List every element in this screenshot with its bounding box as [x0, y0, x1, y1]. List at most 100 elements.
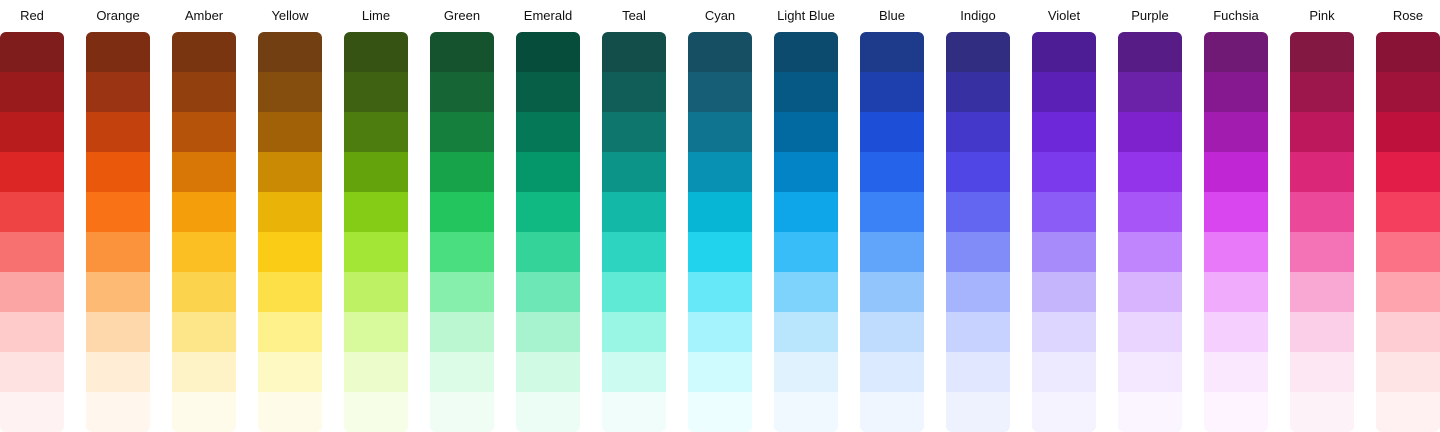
color-swatch-fuchsia-8: [1204, 312, 1268, 352]
color-swatch-yellow-3: [258, 112, 322, 152]
color-swatch-yellow-2: [258, 72, 322, 112]
color-swatch-amber-4: [172, 152, 236, 192]
color-swatch-rose-4: [1376, 152, 1440, 192]
color-swatch-teal-6: [602, 232, 666, 272]
color-swatch-blue-6: [860, 232, 924, 272]
color-swatch-red-4: [0, 152, 64, 192]
color-swatch-indigo-3: [946, 112, 1010, 152]
color-swatch-emerald-9: [516, 352, 580, 392]
color-swatch-pink-2: [1290, 72, 1354, 112]
color-swatch-red-9: [0, 352, 64, 392]
color-column-label: Teal: [622, 8, 646, 23]
color-swatch-green-2: [430, 72, 494, 112]
color-swatch-light-blue-7: [774, 272, 838, 312]
color-swatch-teal-2: [602, 72, 666, 112]
color-swatch-teal-8: [602, 312, 666, 352]
swatch-stack: [1290, 32, 1354, 432]
color-swatch-violet-8: [1032, 312, 1096, 352]
swatch-stack: [1376, 32, 1440, 432]
color-swatch-teal-10: [602, 392, 666, 432]
color-swatch-emerald-5: [516, 192, 580, 232]
color-swatch-orange-1: [86, 32, 150, 72]
color-swatch-lime-5: [344, 192, 408, 232]
color-swatch-red-3: [0, 112, 64, 152]
color-swatch-blue-2: [860, 72, 924, 112]
color-swatch-teal-1: [602, 32, 666, 72]
swatch-stack: [1032, 32, 1096, 432]
color-swatch-light-blue-5: [774, 192, 838, 232]
color-swatch-rose-2: [1376, 72, 1440, 112]
color-column-label: Green: [443, 8, 481, 23]
color-swatch-indigo-10: [946, 392, 1010, 432]
color-swatch-pink-5: [1290, 192, 1354, 232]
color-swatch-purple-2: [1118, 72, 1182, 112]
color-swatch-emerald-6: [516, 232, 580, 272]
color-swatch-orange-10: [86, 392, 150, 432]
swatch-stack: [0, 32, 64, 432]
color-swatch-red-7: [0, 272, 64, 312]
color-column-label: Rose: [1392, 8, 1424, 23]
color-swatch-indigo-2: [946, 72, 1010, 112]
color-swatch-orange-6: [86, 232, 150, 272]
color-swatch-fuchsia-9: [1204, 352, 1268, 392]
color-swatch-orange-2: [86, 72, 150, 112]
color-swatch-indigo-5: [946, 192, 1010, 232]
color-swatch-light-blue-6: [774, 232, 838, 272]
color-swatch-cyan-2: [688, 72, 752, 112]
color-swatch-orange-7: [86, 272, 150, 312]
swatch-stack: [430, 32, 494, 432]
color-column-label: Emerald: [523, 8, 573, 23]
color-swatch-blue-10: [860, 392, 924, 432]
color-column-label: Orange: [96, 8, 140, 23]
color-swatch-yellow-6: [258, 232, 322, 272]
color-column-label: Amber: [184, 8, 224, 23]
color-swatch-purple-7: [1118, 272, 1182, 312]
color-swatch-red-5: [0, 192, 64, 232]
color-column-label: Light Blue: [777, 8, 835, 23]
color-swatch-teal-5: [602, 192, 666, 232]
color-swatch-blue-1: [860, 32, 924, 72]
color-swatch-orange-8: [86, 312, 150, 352]
color-swatch-light-blue-9: [774, 352, 838, 392]
color-swatch-blue-4: [860, 152, 924, 192]
swatch-stack: [516, 32, 580, 432]
color-swatch-blue-7: [860, 272, 924, 312]
color-swatch-violet-1: [1032, 32, 1096, 72]
color-swatch-amber-6: [172, 232, 236, 272]
color-swatch-yellow-4: [258, 152, 322, 192]
color-swatch-green-5: [430, 192, 494, 232]
color-swatch-pink-1: [1290, 32, 1354, 72]
color-swatch-rose-5: [1376, 192, 1440, 232]
color-column-label: Lime: [361, 8, 391, 23]
color-swatch-pink-3: [1290, 112, 1354, 152]
color-swatch-pink-9: [1290, 352, 1354, 392]
color-swatch-violet-5: [1032, 192, 1096, 232]
color-swatch-light-blue-2: [774, 72, 838, 112]
color-swatch-fuchsia-4: [1204, 152, 1268, 192]
color-swatch-pink-10: [1290, 392, 1354, 432]
color-swatch-amber-10: [172, 392, 236, 432]
color-swatch-violet-2: [1032, 72, 1096, 112]
color-swatch-orange-5: [86, 192, 150, 232]
swatch-stack: [688, 32, 752, 432]
color-swatch-red-1: [0, 32, 64, 72]
swatch-stack: [172, 32, 236, 432]
color-swatch-amber-1: [172, 32, 236, 72]
color-swatch-yellow-7: [258, 272, 322, 312]
color-swatch-green-4: [430, 152, 494, 192]
swatch-stack: [602, 32, 666, 432]
color-swatch-red-6: [0, 232, 64, 272]
color-swatch-cyan-9: [688, 352, 752, 392]
color-swatch-orange-9: [86, 352, 150, 392]
color-swatch-emerald-2: [516, 72, 580, 112]
color-column-label: Cyan: [704, 8, 736, 23]
color-swatch-cyan-7: [688, 272, 752, 312]
color-palette: Red Orange Amber Yellow Lime Green Emerald Teal…: [0, 0, 1440, 432]
color-swatch-violet-9: [1032, 352, 1096, 392]
color-swatch-yellow-10: [258, 392, 322, 432]
color-swatch-teal-4: [602, 152, 666, 192]
color-swatch-cyan-6: [688, 232, 752, 272]
color-swatch-rose-9: [1376, 352, 1440, 392]
color-swatch-pink-6: [1290, 232, 1354, 272]
swatch-stack: [774, 32, 838, 432]
